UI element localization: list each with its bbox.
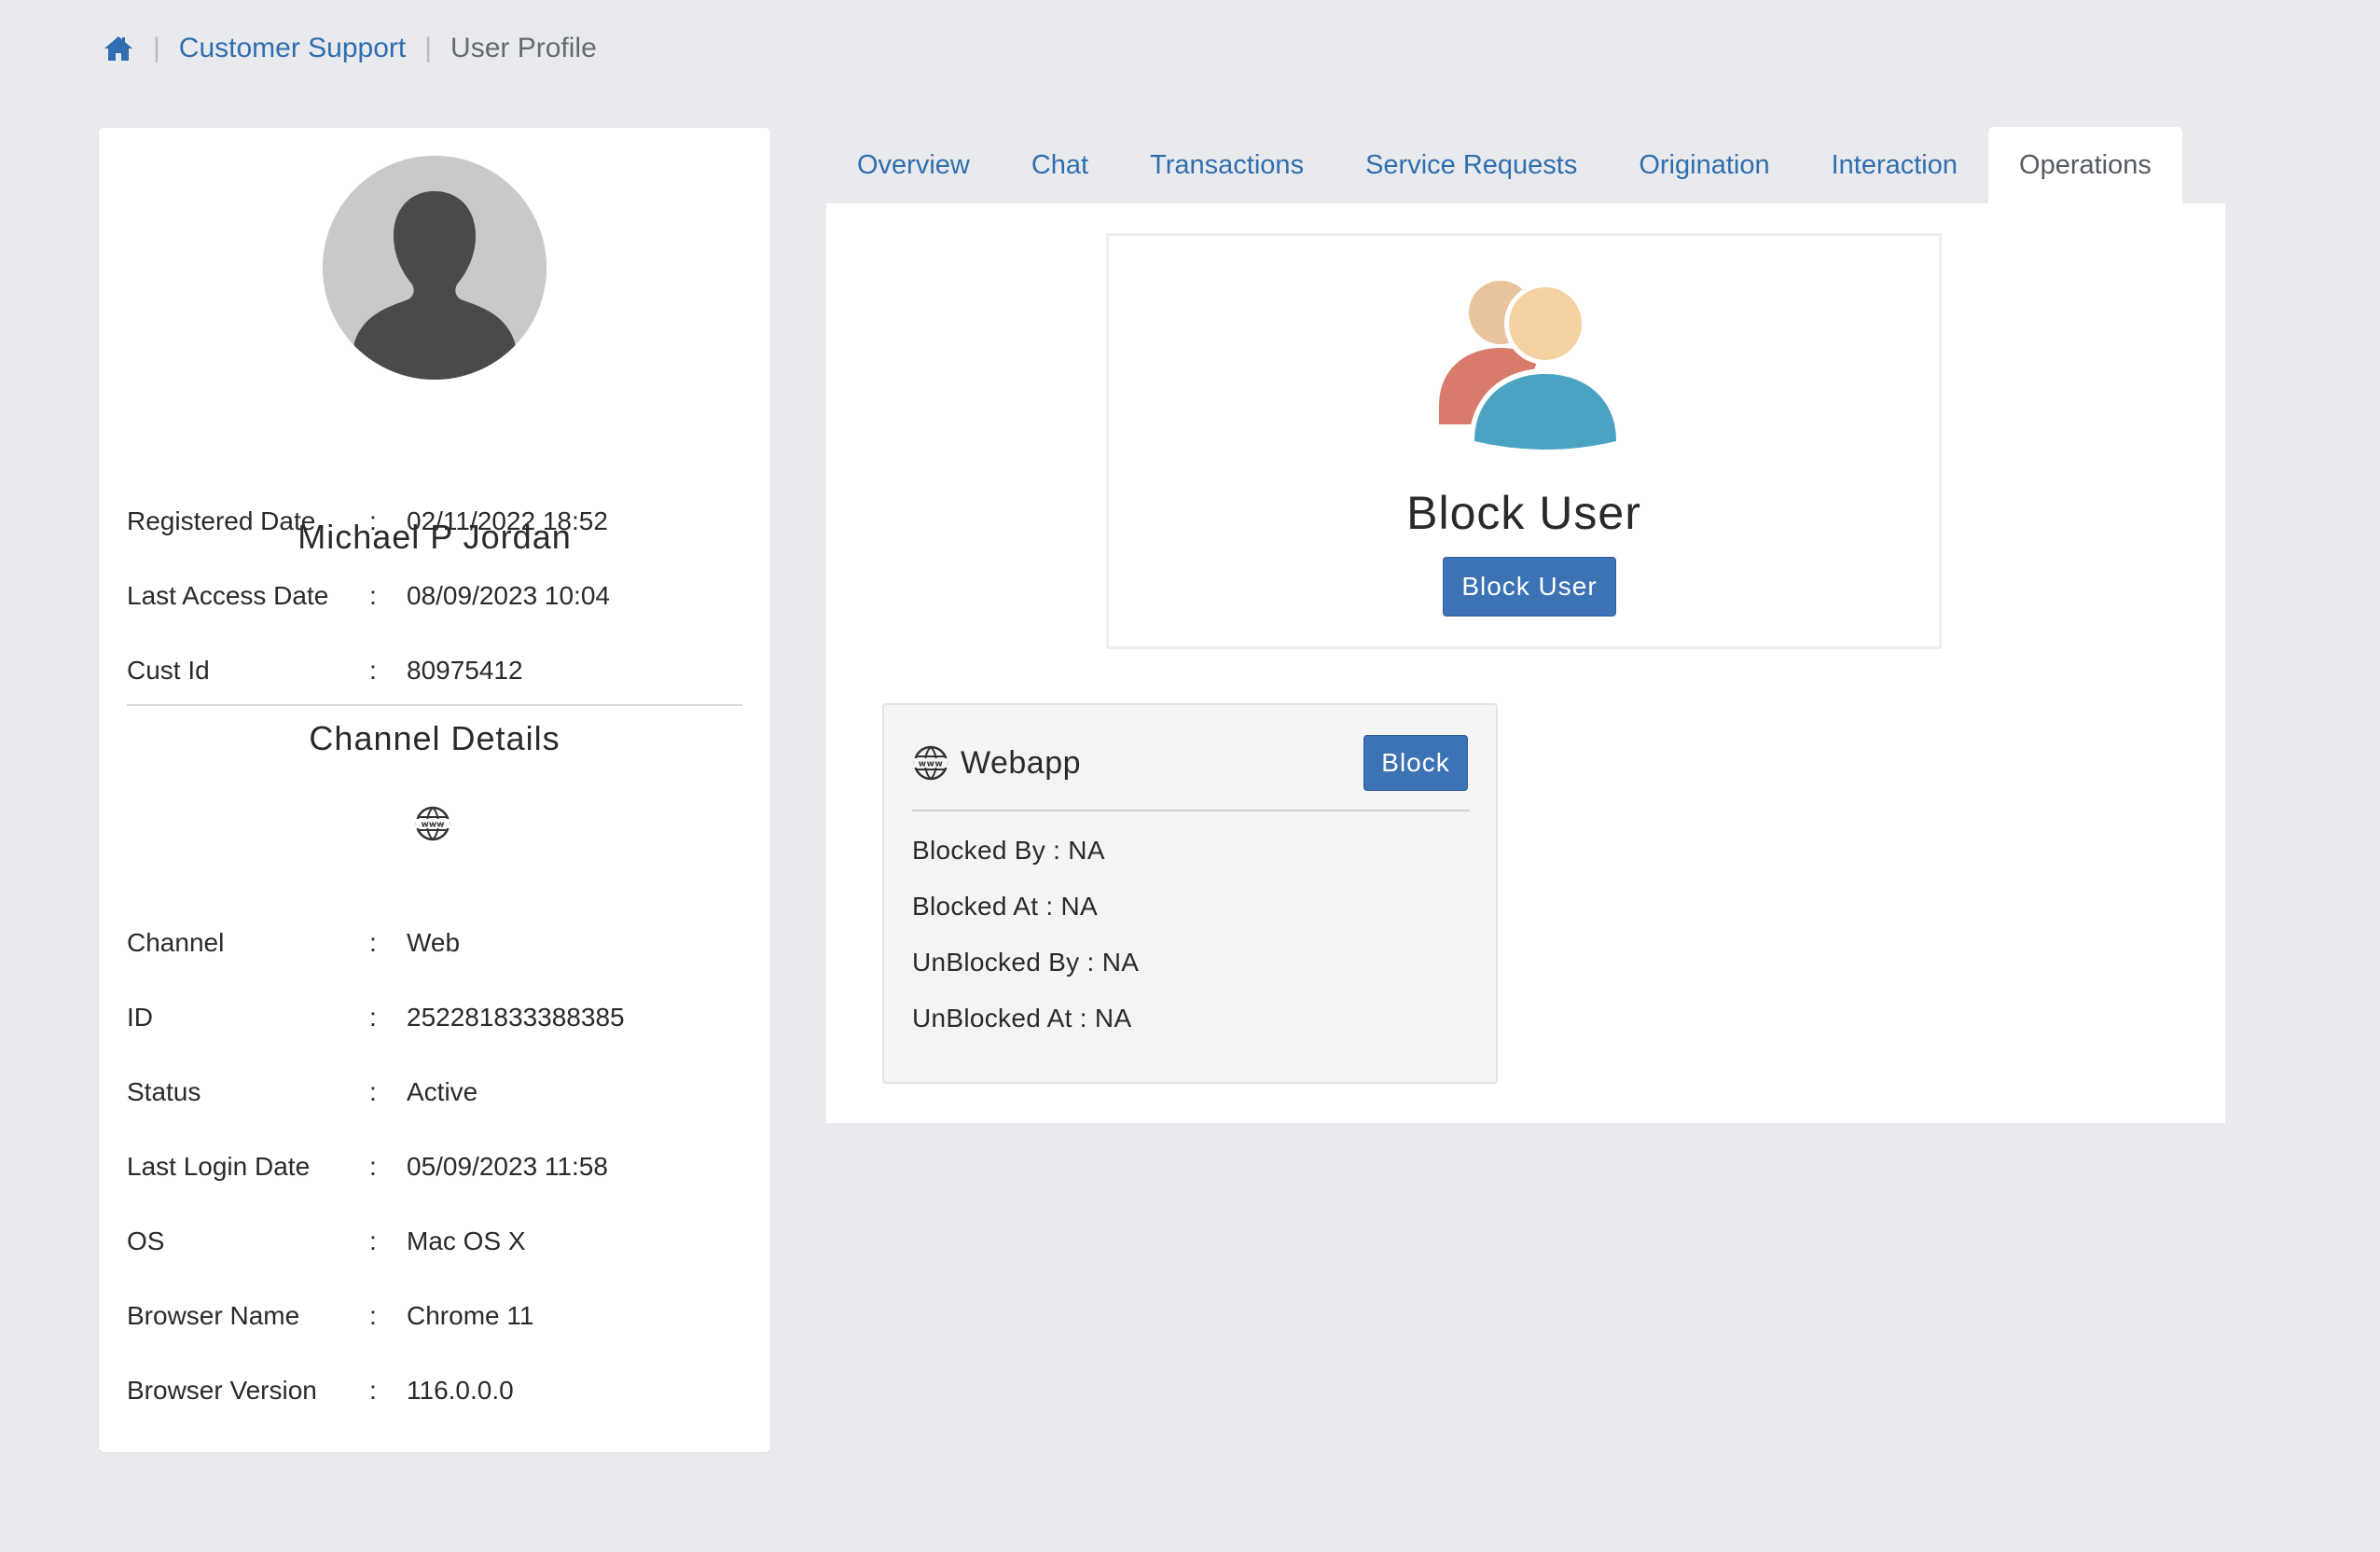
webapp-card: www Webapp Block Blocked By : NA Blocked… — [882, 703, 1498, 1084]
info-row-browser-name: Browser Name : Chrome 11 — [127, 1296, 742, 1337]
divider — [912, 810, 1470, 811]
tab-chat[interactable]: Chat — [1001, 127, 1119, 203]
field-label: Status — [127, 1077, 201, 1106]
field-colon: : — [369, 656, 377, 685]
info-row-registered-date: Registered Date : 02/11/2022 18:52 — [127, 501, 742, 542]
field-colon: : — [369, 1077, 377, 1106]
block-button[interactable]: Block — [1363, 735, 1468, 791]
info-row-id: ID : 252281833388385 — [127, 997, 742, 1038]
tab-interaction[interactable]: Interaction — [1801, 127, 1988, 203]
block-user-title: Block User — [1406, 487, 1641, 539]
breadcrumb-separator: | — [424, 33, 433, 63]
field-value: 05/09/2023 11:58 — [407, 1152, 608, 1181]
field-colon: : — [369, 1226, 377, 1255]
www-globe-icon: www — [912, 744, 949, 782]
block-user-button[interactable]: Block User — [1443, 557, 1616, 617]
field-colon: : — [369, 581, 377, 610]
breadcrumb-separator: | — [153, 33, 160, 63]
field-colon: : — [369, 928, 377, 957]
breadcrumb-customer-support[interactable]: Customer Support — [179, 33, 406, 64]
field-label: OS — [127, 1226, 165, 1255]
field-label: Registered Date — [127, 506, 316, 535]
info-row-os: OS : Mac OS X — [127, 1221, 742, 1262]
field-value: Chrome 11 — [407, 1301, 534, 1330]
svg-text:www: www — [919, 760, 943, 769]
unblocked-by-text: UnBlocked By : NA — [912, 948, 1140, 977]
unblocked-at-text: UnBlocked At : NA — [912, 1004, 1132, 1032]
svg-text:www: www — [422, 821, 445, 830]
info-row-channel: Channel : Web — [127, 922, 742, 963]
breadcrumb-user-profile: User Profile — [450, 33, 597, 63]
field-value: 116.0.0.0 — [407, 1376, 514, 1405]
field-label: Last Login Date — [127, 1152, 311, 1181]
field-label: Last Access Date — [127, 581, 329, 610]
webapp-header: www Webapp — [912, 741, 1081, 785]
webapp-title: Webapp — [961, 744, 1082, 781]
field-colon: : — [369, 1003, 377, 1032]
avatar — [323, 156, 547, 380]
divider — [127, 704, 742, 706]
block-user-box: Block User Block User — [1106, 233, 1942, 649]
field-colon: : — [369, 1152, 377, 1181]
channel-details-title: Channel Details — [309, 719, 560, 757]
tab-operations[interactable]: Operations — [1988, 127, 2182, 203]
blocked-by-text: Blocked By : NA — [912, 836, 1105, 865]
field-value: 08/09/2023 10:04 — [407, 581, 610, 610]
tab-transactions[interactable]: Transactions — [1119, 127, 1335, 203]
field-colon: : — [369, 1301, 377, 1330]
info-row-browser-version: Browser Version : 116.0.0.0 — [127, 1370, 742, 1411]
breadcrumb: | Customer Support | User Profile — [103, 28, 597, 69]
field-value: Active — [407, 1077, 478, 1106]
users-icon — [1432, 266, 1627, 452]
operations-panel: Block User Block User www Webapp Block B… — [826, 203, 2225, 1123]
field-label: Browser Version — [127, 1376, 317, 1405]
info-row-last-access-date: Last Access Date : 08/09/2023 10:04 — [127, 575, 742, 617]
tab-bar: Overview Chat Transactions Service Reque… — [826, 127, 2182, 203]
tab-origination[interactable]: Origination — [1608, 127, 1800, 203]
field-value: 252281833388385 — [407, 1003, 625, 1032]
field-value: Web — [407, 928, 461, 957]
field-colon: : — [369, 506, 377, 535]
field-label: Cust Id — [127, 656, 210, 685]
field-value: Mac OS X — [407, 1226, 526, 1255]
field-value: 02/11/2022 18:52 — [407, 506, 608, 535]
field-value: 80975412 — [407, 656, 523, 685]
profile-card: Michael P Jordan Registered Date : 02/11… — [99, 128, 770, 1452]
field-label: Browser Name — [127, 1301, 300, 1330]
tab-service-requests[interactable]: Service Requests — [1335, 127, 1608, 203]
page: | Customer Support | User Profile Michae… — [0, 0, 2380, 1552]
info-row-cust-id: Cust Id : 80975412 — [127, 650, 742, 691]
blocked-at-text: Blocked At : NA — [912, 892, 1099, 921]
field-label: Channel — [127, 928, 225, 957]
tab-overview[interactable]: Overview — [826, 127, 1001, 203]
field-colon: : — [369, 1376, 377, 1405]
field-label: ID — [127, 1003, 153, 1032]
info-row-status: Status : Active — [127, 1072, 742, 1113]
home-icon[interactable] — [103, 35, 134, 62]
www-globe-icon: www — [414, 805, 451, 842]
info-row-last-login-date: Last Login Date : 05/09/2023 11:58 — [127, 1146, 742, 1187]
